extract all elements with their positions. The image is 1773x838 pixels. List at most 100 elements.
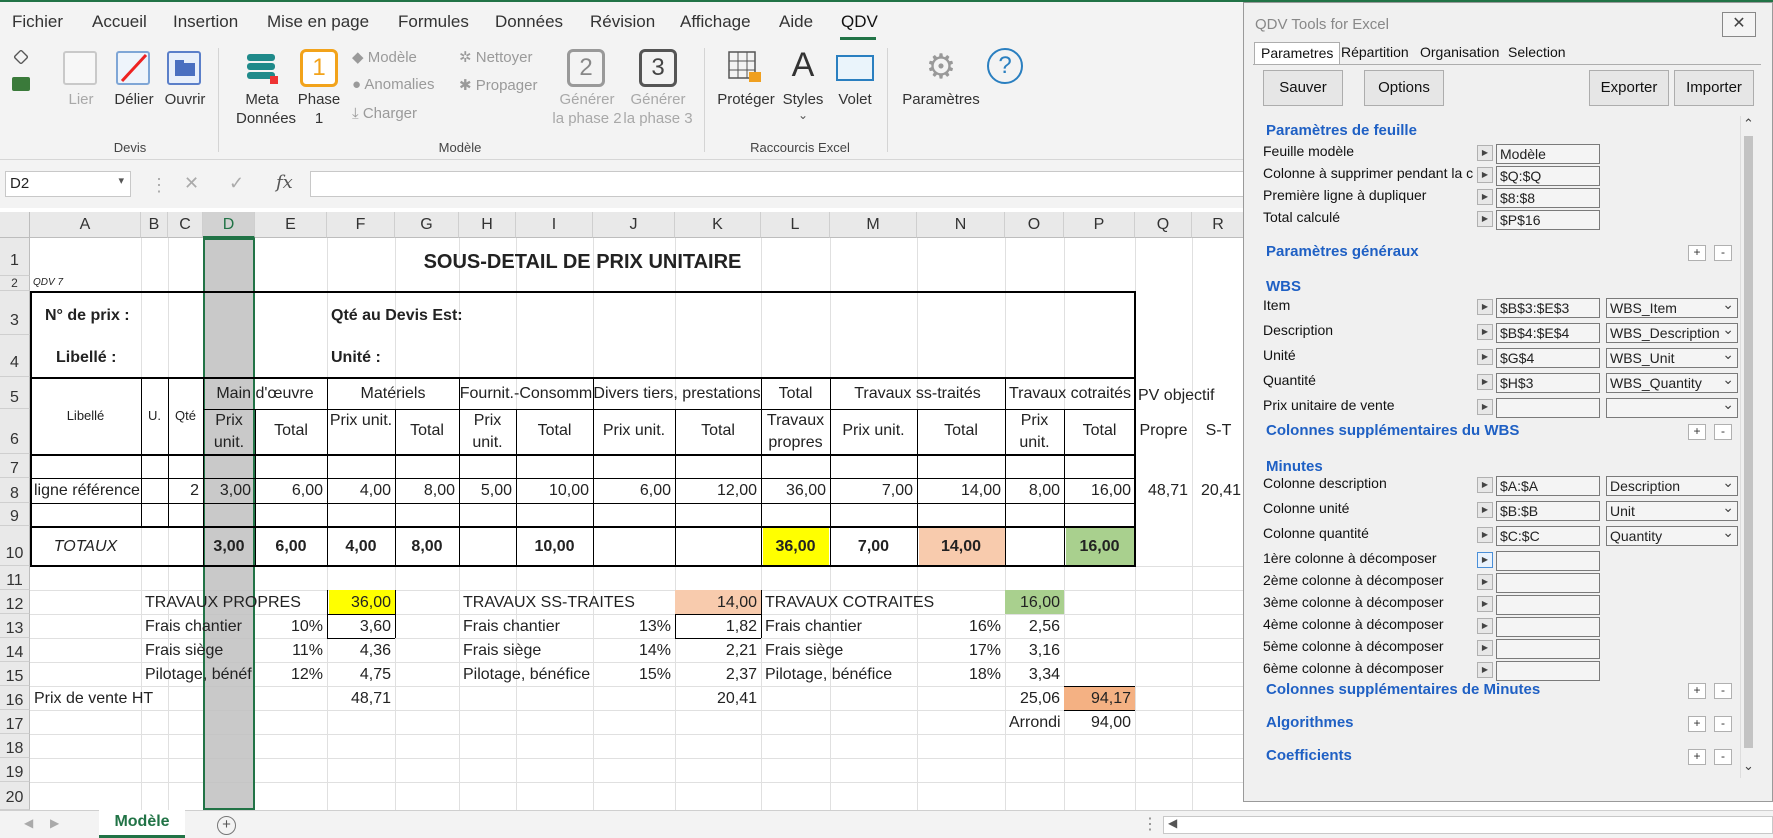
options-button[interactable]: Options	[1364, 70, 1444, 106]
decomp-2-input[interactable]	[1496, 573, 1600, 593]
wbs-unite-input[interactable]: $G$4	[1496, 348, 1600, 368]
row-header[interactable]: 4	[0, 335, 30, 377]
column-header[interactable]: M	[830, 212, 917, 238]
tab-scroll-left-icon[interactable]: ◀	[24, 816, 33, 830]
recap-ct-pb-value[interactable]: 3,34	[1005, 665, 1060, 685]
collapse-coef-button[interactable]: -	[1714, 749, 1732, 765]
section-generaux[interactable]: Paramètres généraux	[1266, 243, 1419, 260]
recap-st-fs-label[interactable]: Frais siège	[463, 641, 541, 661]
delier-button[interactable]: Délier	[112, 90, 156, 109]
pvht-o[interactable]: 25,06	[1005, 689, 1060, 709]
row-header[interactable]: 8	[0, 478, 30, 503]
hdr-g-total[interactable]: Total	[395, 421, 459, 441]
menu-accueil[interactable]: Accueil	[92, 12, 147, 32]
min-unite-select[interactable]: Unit	[1606, 501, 1738, 521]
wbs-prix-input[interactable]	[1496, 398, 1600, 418]
scroll-up-icon[interactable]: ⌃	[1743, 116, 1754, 132]
row-header[interactable]: 10	[0, 526, 30, 566]
feuille-modele-input[interactable]: Modèle	[1496, 144, 1600, 164]
sauver-button[interactable]: Sauver	[1263, 70, 1343, 106]
recap-st-pb-pct[interactable]: 15%	[593, 665, 671, 685]
min-quantite-arrow-icon[interactable]: ▶	[1477, 527, 1493, 543]
nettoyer-button[interactable]: ✲ Nettoyer	[459, 48, 532, 66]
row-header[interactable]: 3	[0, 291, 30, 335]
lier-button[interactable]: Lier	[62, 90, 100, 109]
row8-p[interactable]: 16,00	[1064, 481, 1131, 501]
hdr-cotraites[interactable]: Travaux cotraités	[1005, 384, 1135, 404]
decomp-2-arrow-icon[interactable]: ▶	[1477, 574, 1493, 590]
recap-st-pb-label[interactable]: Pilotage, bénéfice	[463, 665, 590, 685]
hdr-d-prix-unit[interactable]: Prix unit.	[203, 410, 255, 454]
tab-selection[interactable]: Selection	[1502, 42, 1572, 64]
wbs-quantite-arrow-icon[interactable]: ▶	[1477, 374, 1493, 390]
recap-st-fs-pct[interactable]: 14%	[593, 641, 671, 661]
premiere-ligne-arrow-icon[interactable]: ▶	[1477, 189, 1493, 205]
recap-tp-label[interactable]: TRAVAUX PROPRES	[145, 593, 301, 613]
row8-g[interactable]: 8,00	[395, 481, 455, 501]
totaux-i[interactable]: 10,00	[516, 537, 593, 557]
decomp-6-arrow-icon[interactable]: ▶	[1477, 662, 1493, 678]
hdr-n-total[interactable]: Total	[917, 421, 1005, 441]
wbs-description-select[interactable]: WBS_Description	[1606, 323, 1738, 343]
row-header[interactable]: 18	[0, 734, 30, 758]
row-header[interactable]: 6	[0, 409, 30, 454]
sheet-tab-modele[interactable]: Modèle	[99, 810, 185, 838]
row-header[interactable]: 14	[0, 638, 30, 662]
phase1-button[interactable]: Phase 1	[296, 90, 342, 128]
row-header[interactable]: 1	[0, 238, 30, 276]
recap-ct-fc-value[interactable]: 2,56	[1005, 617, 1060, 637]
collapse-generaux-button[interactable]: -	[1714, 245, 1732, 261]
arrondi-value[interactable]: 94,00	[1064, 713, 1131, 733]
hdr-o-prix-unit[interactable]: Prix unit.	[1005, 410, 1064, 454]
menu-affichage[interactable]: Affichage	[680, 12, 751, 32]
menu-donnees[interactable]: Données	[495, 12, 563, 32]
section-feuille[interactable]: Paramètres de feuille	[1266, 122, 1417, 139]
recap-fc-pct[interactable]: 10%	[255, 617, 323, 637]
menu-aide[interactable]: Aide	[779, 12, 813, 32]
row-header[interactable]: 13	[0, 614, 30, 638]
column-header[interactable]: F	[327, 212, 395, 238]
colonne-supprimer-input[interactable]: $Q:$Q	[1496, 166, 1600, 186]
scroll-left-icon[interactable]: ◀	[1168, 816, 1177, 830]
formula-input[interactable]	[310, 171, 1250, 197]
section-minutes[interactable]: Minutes	[1266, 458, 1323, 475]
add-sheet-icon[interactable]: +	[217, 816, 236, 835]
recap-ct-fs-value[interactable]: 3,16	[1005, 641, 1060, 661]
column-header[interactable]: C	[168, 212, 203, 238]
expand-algo-button[interactable]: +	[1688, 716, 1706, 732]
hdr-fournit[interactable]: Fournit.-Consomm	[459, 384, 593, 404]
menu-revision[interactable]: Révision	[590, 12, 655, 32]
ouvrir-button[interactable]: Ouvrir	[162, 90, 208, 109]
tab-organisation[interactable]: Organisation	[1414, 42, 1505, 64]
arrondi-label[interactable]: Arrondi	[1009, 713, 1061, 733]
wbs-item-select[interactable]: WBS_Item	[1606, 298, 1738, 318]
styles-button[interactable]: Styles	[780, 90, 826, 109]
modele-button[interactable]: ◆ Modèle	[352, 48, 417, 66]
section-wbs[interactable]: WBS	[1266, 278, 1301, 295]
column-header[interactable]: J	[593, 212, 675, 238]
totaux-d[interactable]: 3,00	[203, 537, 255, 557]
min-quantite-select[interactable]: Quantity	[1606, 526, 1738, 546]
column-header[interactable]: D	[203, 212, 255, 238]
menu-qdv[interactable]: QDV	[841, 12, 878, 32]
totaux-n[interactable]: 14,00	[917, 537, 1005, 557]
column-header[interactable]: N	[917, 212, 1005, 238]
menu-insertion[interactable]: Insertion	[173, 12, 238, 32]
expand-generaux-button[interactable]: +	[1688, 245, 1706, 261]
row-header[interactable]: 11	[0, 566, 30, 590]
totaux-p[interactable]: 16,00	[1064, 537, 1135, 557]
totaux-g[interactable]: 8,00	[395, 537, 459, 557]
row8-o[interactable]: 8,00	[1005, 481, 1060, 501]
tab-repartition[interactable]: Répartition	[1335, 42, 1415, 64]
recap-ct-value[interactable]: 16,00	[1005, 593, 1060, 613]
recap-ct-pb-label[interactable]: Pilotage, bénéfice	[765, 665, 892, 685]
chevron-down-icon[interactable]: ▾	[118, 174, 124, 187]
pvht-label[interactable]: Prix de vente HT	[34, 689, 153, 709]
row-header[interactable]: 2	[0, 276, 30, 291]
totaux-e[interactable]: 6,00	[255, 537, 327, 557]
recap-st-pb-value[interactable]: 2,37	[675, 665, 757, 685]
hdr-libelle[interactable]: Libellé	[30, 406, 141, 426]
row8-h[interactable]: 5,00	[459, 481, 512, 501]
hdr-k-total[interactable]: Total	[675, 421, 761, 441]
pvht-k[interactable]: 20,41	[675, 689, 757, 709]
